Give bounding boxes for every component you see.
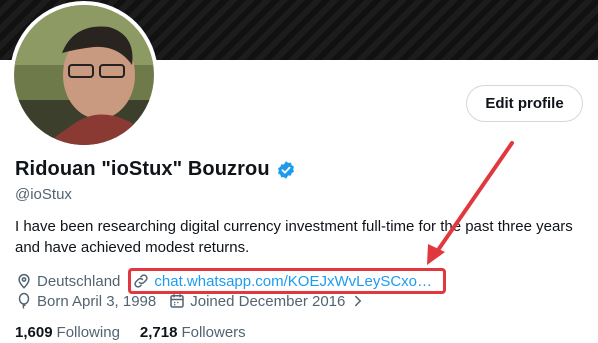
location-text: Deutschland [37, 272, 121, 290]
location-pin-icon [18, 273, 30, 289]
avatar-photo [14, 5, 154, 145]
handle: @ioStux [15, 186, 72, 203]
chevron-right-icon [355, 295, 362, 307]
following-label: Following [56, 324, 120, 341]
birthday: Born April 3, 1998 [15, 292, 156, 310]
following-link[interactable]: 1,609 Following [15, 324, 120, 341]
balloon-icon [18, 292, 30, 309]
follow-stats: 1,609 Following 2,718 Followers [15, 324, 246, 341]
avatar[interactable] [10, 1, 158, 149]
birthday-text: Born April 3, 1998 [37, 292, 157, 310]
meta-row-dates: Born April 3, 1998 Joined December 2016 [15, 292, 379, 310]
joined[interactable]: Joined December 2016 [168, 292, 367, 310]
followers-link[interactable]: 2,718 Followers [140, 324, 246, 341]
following-count: 1,609 [15, 324, 53, 341]
edit-profile-button[interactable]: Edit profile [466, 85, 583, 122]
verified-badge-icon[interactable] [276, 160, 296, 180]
bio: I have been researching digital currency… [15, 218, 573, 256]
name-row: Ridouan "ioStux" Bouzrou [15, 158, 296, 181]
calendar-icon [170, 294, 184, 308]
followers-label: Followers [181, 324, 246, 341]
followers-count: 2,718 [139, 324, 178, 341]
joined-text: Joined December 2016 [190, 292, 346, 310]
location: Deutschland [15, 272, 120, 290]
display-name: Ridouan "ioStux" Bouzrou [15, 158, 270, 180]
annotation-highlight-box [128, 268, 446, 294]
